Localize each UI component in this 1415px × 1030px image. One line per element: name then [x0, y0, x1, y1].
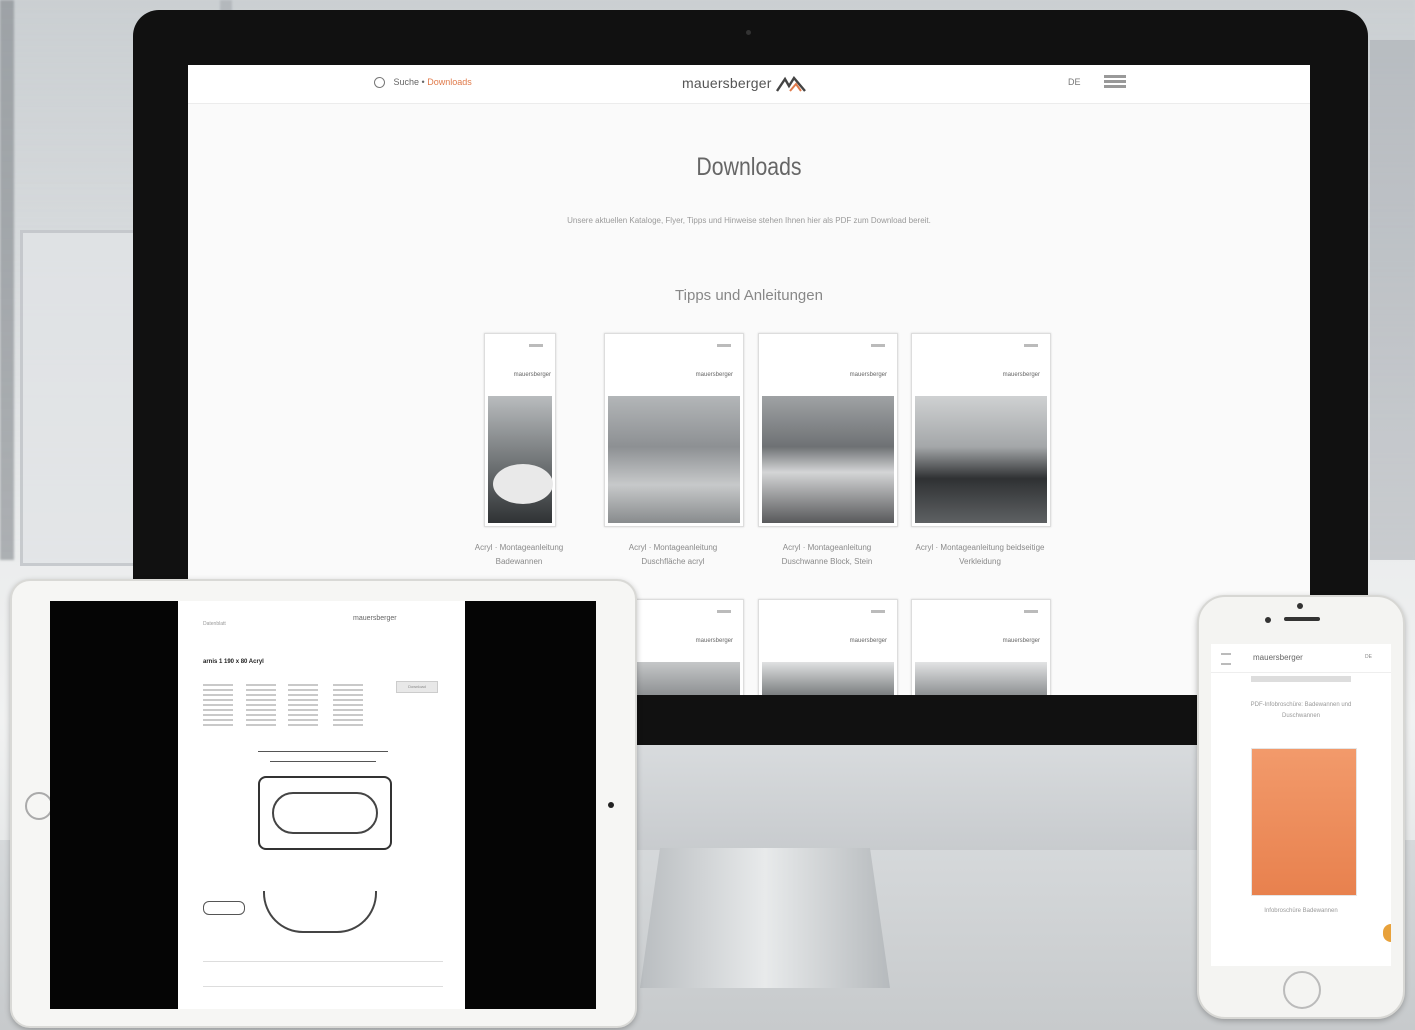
card-label[interactable]: Acryl · Montageanleitung Badewannen — [458, 541, 580, 569]
pdf-title: arnis 1 190 x 80 Acryl — [203, 659, 264, 665]
phone-sensor — [1265, 617, 1271, 623]
pdf-logo: mauersberger — [353, 615, 397, 622]
phone-home-button[interactable] — [1283, 971, 1321, 1009]
card-photo — [915, 396, 1047, 523]
phone-brand-logo[interactable]: mauersberger — [1253, 653, 1303, 662]
card-tag — [717, 610, 731, 613]
card-photo — [608, 396, 740, 523]
bathtub-mini-drawing — [203, 901, 245, 915]
dimension-line — [258, 751, 388, 752]
card-brand: mauersberger — [849, 372, 887, 378]
pdf-footer-line — [203, 961, 443, 962]
phone-progress-bar — [1251, 676, 1351, 682]
tablet-camera — [608, 802, 614, 808]
phone-device: mauersberger DE PDF-Infobroschüre: Badew… — [1197, 595, 1405, 1019]
phone-speaker — [1284, 617, 1320, 621]
background-right — [1370, 40, 1415, 560]
spec-column — [333, 681, 363, 729]
tablet-home-button[interactable] — [25, 792, 53, 820]
card-brand: mauersberger — [695, 372, 733, 378]
chat-bubble-icon[interactable] — [1383, 924, 1391, 942]
card-photo — [915, 662, 1047, 695]
card-brand: mauersberger — [695, 638, 733, 644]
download-card[interactable]: mauersberger — [604, 333, 744, 527]
phone-cover-label[interactable]: Infobroschüre Badewannen — [1231, 906, 1371, 917]
card-tag — [1024, 344, 1038, 347]
card-tag — [871, 344, 885, 347]
bathtub-top-drawing — [258, 776, 392, 850]
phone-screen: mauersberger DE PDF-Infobroschüre: Badew… — [1211, 644, 1391, 966]
pdf-footer-line — [203, 986, 443, 987]
imac-camera — [746, 30, 751, 35]
card-brand: mauersberger — [1002, 638, 1040, 644]
phone-intro-text: PDF-Infobroschüre: Badewannen und Duschw… — [1250, 702, 1352, 719]
bathtub-shape — [493, 464, 553, 504]
card-tag — [871, 610, 885, 613]
tablet-device: Datenblatt mauersberger arnis 1 190 x 80… — [10, 579, 637, 1028]
phone-navbar: mauersberger DE — [1211, 644, 1391, 673]
tablet-screen: Datenblatt mauersberger arnis 1 190 x 80… — [50, 601, 596, 1009]
card-photo — [762, 662, 894, 695]
card-photo — [762, 396, 894, 523]
dimension-line — [270, 761, 376, 762]
card-tag — [717, 344, 731, 347]
bathtub-side-drawing — [263, 891, 377, 933]
pdf-datasheet: Datenblatt mauersberger arnis 1 190 x 80… — [178, 601, 465, 1009]
phone-menu-icon[interactable] — [1221, 653, 1231, 665]
download-card[interactable]: mauersberger — [911, 599, 1051, 695]
card-brand: mauersberger — [849, 638, 887, 644]
download-card[interactable]: mauersberger — [758, 599, 898, 695]
spec-column — [203, 681, 233, 729]
spec-column — [288, 681, 318, 729]
spec-column — [246, 681, 276, 729]
card-label[interactable]: Acryl · Montageanleitung Duschfläche acr… — [608, 541, 738, 569]
phone-camera — [1297, 603, 1303, 609]
card-label[interactable]: Acryl · Montageanleitung Duschwanne Bloc… — [762, 541, 892, 569]
phone-brochure-cover[interactable] — [1251, 748, 1357, 896]
phone-language-switch[interactable]: DE — [1365, 654, 1372, 660]
card-brand: mauersberger — [513, 372, 551, 378]
card-tag — [1024, 610, 1038, 613]
card-brand: mauersberger — [1002, 372, 1040, 378]
download-card[interactable]: mauersberger — [484, 333, 556, 527]
card-label[interactable]: Acryl · Montageanleitung beidseitige Ver… — [910, 541, 1050, 569]
download-card[interactable]: mauersberger — [758, 333, 898, 527]
pdf-header: Datenblatt — [203, 621, 226, 627]
download-card[interactable]: mauersberger — [911, 333, 1051, 527]
background-panel — [20, 230, 141, 566]
imac-stand — [640, 848, 890, 988]
pdf-download-button[interactable]: Download — [396, 681, 438, 693]
card-tag — [529, 344, 543, 347]
